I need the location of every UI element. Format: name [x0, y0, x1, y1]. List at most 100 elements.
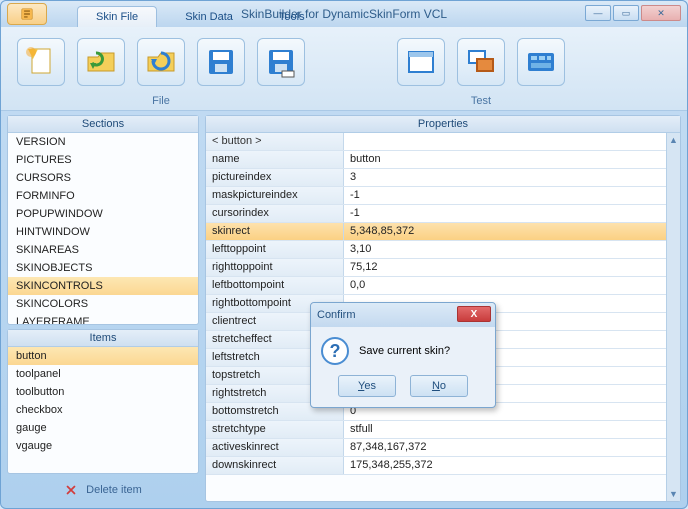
ribbon: File Test — [1, 27, 687, 111]
property-value[interactable]: 3 — [344, 169, 666, 186]
dialog-message: Save current skin? — [359, 345, 450, 357]
property-name: name — [206, 151, 344, 168]
yes-rest: es — [364, 380, 376, 392]
tab-skin-file[interactable]: Skin File — [77, 6, 157, 27]
property-value[interactable]: 87,348,167,372 — [344, 439, 666, 456]
property-name: righttoppoint — [206, 259, 344, 276]
test-cascade-button[interactable] — [457, 38, 505, 86]
section-item[interactable]: SKINCONTROLS — [8, 277, 198, 295]
property-value[interactable]: stfull — [344, 421, 666, 438]
property-row[interactable]: downskinrect175,348,255,372 — [206, 457, 666, 475]
items-header: Items — [8, 330, 198, 347]
reload-button[interactable] — [137, 38, 185, 86]
ribbon-group-file-label: File — [152, 95, 170, 107]
dialog-title: Confirm — [317, 309, 356, 321]
property-row[interactable]: stretchtypestfull — [206, 421, 666, 439]
property-value[interactable]: -1 — [344, 205, 666, 222]
sections-list[interactable]: VERSIONPICTURESCURSORSFORMINFOPOPUPWINDO… — [8, 133, 198, 324]
confirm-dialog: Confirm X ? Save current skin? Yes No — [310, 302, 496, 408]
new-button[interactable] — [17, 38, 65, 86]
maximize-button[interactable]: ▭ — [613, 5, 639, 21]
no-mnemonic: N — [432, 380, 440, 392]
property-name: activeskinrect — [206, 439, 344, 456]
test-window-button[interactable] — [397, 38, 445, 86]
save-as-icon — [264, 45, 298, 79]
scroll-up-icon: ▲ — [669, 135, 678, 145]
save-icon — [204, 45, 238, 79]
app-menu-button[interactable] — [7, 3, 47, 25]
sections-header: Sections — [8, 116, 198, 133]
window-title: SkinBuilder for DynamicSkinForm VCL — [241, 7, 447, 21]
property-row[interactable]: lefttoppoint3,10 — [206, 241, 666, 259]
items-list[interactable]: buttontoolpaneltoolbuttoncheckboxgaugevg… — [8, 347, 198, 473]
property-group-val — [344, 133, 666, 150]
property-row[interactable]: pictureindex3 — [206, 169, 666, 187]
main-window: Skin File Skin Data Tools SkinBuilder fo… — [0, 0, 688, 509]
close-button[interactable]: ✕ — [641, 5, 681, 21]
ribbon-group-test: Test — [391, 31, 571, 110]
property-value[interactable]: 0,0 — [344, 277, 666, 294]
section-item[interactable]: VERSION — [8, 133, 198, 151]
property-value[interactable]: 75,12 — [344, 259, 666, 276]
list-item[interactable]: toolpanel — [8, 365, 198, 383]
save-button[interactable] — [197, 38, 245, 86]
property-row[interactable]: leftbottompoint0,0 — [206, 277, 666, 295]
list-item[interactable]: vgauge — [8, 437, 198, 455]
property-name: pictureindex — [206, 169, 344, 186]
section-item[interactable]: HINTWINDOW — [8, 223, 198, 241]
left-column: Sections VERSIONPICTURESCURSORSFORMINFOP… — [7, 115, 199, 502]
control-panel-icon — [524, 45, 558, 79]
delete-item-label: Delete item — [86, 484, 142, 496]
property-row[interactable]: righttoppoint75,12 — [206, 259, 666, 277]
sections-panel: Sections VERSIONPICTURESCURSORSFORMINFOP… — [7, 115, 199, 325]
dialog-titlebar[interactable]: Confirm X — [311, 303, 495, 327]
tab-skin-data[interactable]: Skin Data — [167, 7, 251, 27]
yes-button[interactable]: Yes — [338, 375, 396, 397]
property-name: cursorindex — [206, 205, 344, 222]
property-value[interactable]: 3,10 — [344, 241, 666, 258]
items-panel: Items buttontoolpaneltoolbuttoncheckboxg… — [7, 329, 199, 474]
windows-cascade-icon — [464, 45, 498, 79]
property-value[interactable]: 5,348,85,372 — [344, 223, 666, 240]
test-panel-button[interactable] — [517, 38, 565, 86]
property-row[interactable]: cursorindex-1 — [206, 205, 666, 223]
titlebar: Skin File Skin Data Tools SkinBuilder fo… — [1, 1, 687, 27]
properties-scrollbar[interactable]: ▲ ▼ — [666, 133, 680, 501]
save-as-button[interactable] — [257, 38, 305, 86]
property-value[interactable]: button — [344, 151, 666, 168]
property-name: lefttoppoint — [206, 241, 344, 258]
section-item[interactable]: SKINCOLORS — [8, 295, 198, 313]
no-button[interactable]: No — [410, 375, 468, 397]
no-rest: o — [440, 380, 446, 392]
section-item[interactable]: CURSORS — [8, 169, 198, 187]
list-item[interactable]: checkbox — [8, 401, 198, 419]
property-name: stretchtype — [206, 421, 344, 438]
property-row[interactable]: skinrect5,348,85,372 — [206, 223, 666, 241]
section-item[interactable]: FORMINFO — [8, 187, 198, 205]
dialog-close-button[interactable]: X — [457, 306, 491, 322]
delete-icon — [64, 483, 78, 497]
open-button[interactable] — [77, 38, 125, 86]
property-group: < button > — [206, 133, 344, 150]
delete-item-button[interactable]: Delete item — [7, 478, 199, 502]
list-item[interactable]: toolbutton — [8, 383, 198, 401]
property-row[interactable]: maskpictureindex-1 — [206, 187, 666, 205]
app-menu-icon — [20, 7, 34, 21]
property-row[interactable]: namebutton — [206, 151, 666, 169]
section-item[interactable]: PICTURES — [8, 151, 198, 169]
property-row[interactable]: activeskinrect87,348,167,372 — [206, 439, 666, 457]
section-item[interactable]: LAYERFRAME — [8, 313, 198, 324]
property-value[interactable]: 175,348,255,372 — [344, 457, 666, 474]
section-item[interactable]: SKINOBJECTS — [8, 259, 198, 277]
section-item[interactable]: POPUPWINDOW — [8, 205, 198, 223]
section-item[interactable]: SKINAREAS — [8, 241, 198, 259]
new-doc-icon — [24, 45, 58, 79]
list-item[interactable]: button — [8, 347, 198, 365]
list-item[interactable]: gauge — [8, 419, 198, 437]
folder-refresh-icon — [84, 45, 118, 79]
window-buttons: — ▭ ✕ — [585, 5, 681, 21]
question-icon: ? — [321, 337, 349, 365]
minimize-button[interactable]: — — [585, 5, 611, 21]
ribbon-group-test-label: Test — [471, 95, 491, 107]
property-value[interactable]: -1 — [344, 187, 666, 204]
